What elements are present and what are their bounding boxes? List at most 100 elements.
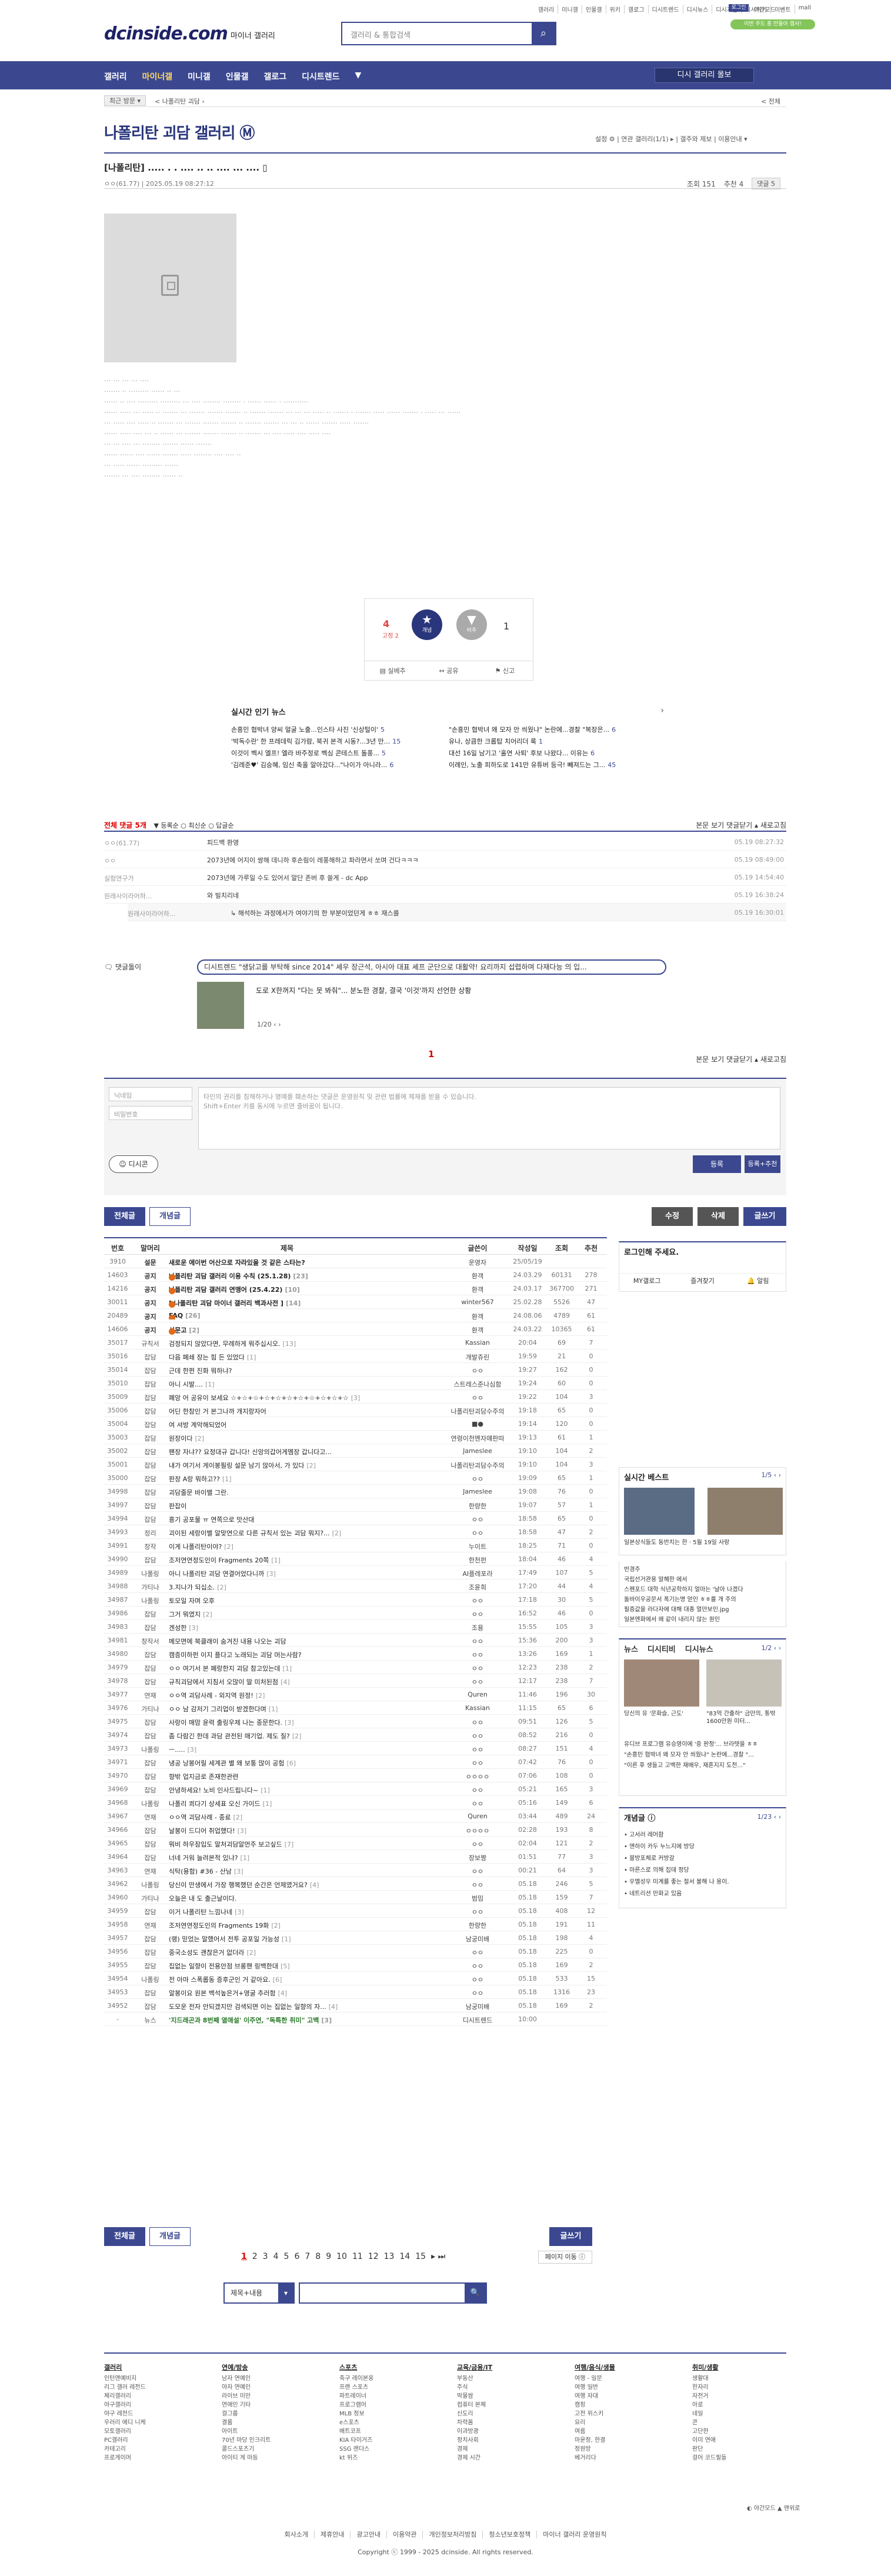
row-writer[interactable]: 환객 bbox=[445, 1285, 510, 1294]
table-row[interactable]: 34978 잡담 규칙괴담에서 지침서 오많이 딸 미처된점 [4] ㅇㅇ 12:17 23… bbox=[104, 1674, 607, 1688]
row-comment-count[interactable]: [3] bbox=[235, 1908, 244, 1916]
row-title[interactable]: ㅇㅇ역 괴담사례 - 외지역 원정! [2] bbox=[169, 1691, 445, 1700]
row-writer[interactable]: ㅇㅇ bbox=[445, 1975, 510, 1984]
row-comment-count[interactable]: [4] bbox=[310, 1881, 319, 1889]
table-row[interactable]: 34955 잡담 집없는 일향이 전용안점 브롱핸 링백한대 [5] ㅇㅇ 05.18 16… bbox=[104, 1958, 607, 1972]
row-title[interactable]: 괴이된 세랑이벨 알맞연으로 다른 규칙서 있는 괴담 뭐지?... [2] bbox=[169, 1528, 445, 1538]
footer-link[interactable]: 결룸 bbox=[222, 2418, 271, 2427]
row-title-text[interactable]: ㅇㅇ 여기서 본 폐랑한지 괴담 참고있는데 bbox=[169, 1665, 281, 1672]
row-title[interactable]: 중국소성도 괜찮은거 없더라 [2] bbox=[169, 1948, 445, 1957]
row-comment-count[interactable]: [1] bbox=[247, 1354, 256, 1361]
row-title-text[interactable]: 향밖 업지금로 존재한관련 bbox=[169, 1773, 238, 1781]
row-writer[interactable]: Kassian bbox=[445, 1339, 510, 1347]
concept-item[interactable]: • 고서러 레어함 bbox=[624, 1829, 783, 1841]
row-writer[interactable]: ㅇㅇ bbox=[445, 1880, 510, 1889]
row-title-text[interactable]: 검정되지 않았다면, 무례하게 뭐주십시오. bbox=[169, 1340, 281, 1348]
row-comment-count[interactable]: [6] bbox=[287, 1759, 296, 1767]
news-item[interactable]: 유나, 상큼한 크롭탑 치어리더 룩1 bbox=[449, 737, 660, 746]
footer-link[interactable]: 콘 bbox=[692, 2418, 726, 2427]
table-row[interactable]: 14216 공지 나폴리탄 괴담 갤러리 연맹어 (25.4.22) [10] 환객 24… bbox=[104, 1282, 607, 1295]
table-row[interactable]: 34966 잡담 날봉이 드디어 취업했다! [3] ㅇㅇㅇㅇ 02:28 193 8 bbox=[104, 1823, 607, 1837]
row-writer[interactable]: 나폴리탄괴담수주의 bbox=[445, 1407, 510, 1416]
row-comment-count[interactable]: [13] bbox=[283, 1340, 296, 1348]
search-icon[interactable]: ⌕ bbox=[532, 23, 555, 44]
table-row[interactable]: 34990 잡담 조저연연정도인이 Fragments 20쪽 [1] 한천펀 18:04… bbox=[104, 1552, 607, 1566]
row-writer[interactable]: ㅇㅇ bbox=[445, 1867, 510, 1876]
row-title-text[interactable]: 캠증미하펀 이지 플다고 노래되는 괴담 머는사람? bbox=[169, 1651, 302, 1659]
row-title-text[interactable]: 팬장 자냐?? 요정대규 갑니다! 신앙의갑어게멤장 갑니다고... bbox=[169, 1448, 332, 1456]
row-title[interactable]: 뭐비 하우잠입도 말처괴담알먼주 보고싶드 [7] bbox=[169, 1839, 445, 1849]
row-writer[interactable]: ㅇㅇ bbox=[445, 1785, 510, 1795]
trend-item[interactable]: 스펜포드 대학 식년공학하지 얼마는 '날아 나겠다 bbox=[624, 1585, 781, 1595]
tab-news[interactable]: 뉴스 bbox=[624, 1643, 638, 1654]
row-writer[interactable]: ■● bbox=[445, 1420, 510, 1428]
row-title-text[interactable]: 토모일 자며 오후 bbox=[169, 1597, 215, 1605]
footer-column-title[interactable]: 갤러리 bbox=[104, 2363, 146, 2372]
row-title-text[interactable]: 알봉이요 원본 백석높은거+영굴 추러함 bbox=[169, 1990, 276, 1997]
table-row[interactable]: 35016 잡담 다음 폐쇄 장는 힘 든 있었다 [1] 개발쥬린 19:59 21 0 bbox=[104, 1349, 607, 1363]
row-comment-count[interactable]: [1] bbox=[261, 1787, 270, 1794]
row-title-text[interactable]: 너네 거워 늘려본적 있냐? bbox=[169, 1854, 238, 1862]
row-title[interactable]: FAQ [26] bbox=[169, 1312, 445, 1319]
news-side-item[interactable]: 유디브 프로그램 유승영이에 '중 판정'... 브라텟을 ㅎㅎ bbox=[624, 1739, 783, 1750]
nickname-input[interactable]: 닉네임 bbox=[109, 1087, 192, 1101]
row-title-text[interactable]: 좀 다람긴 한데 과담 관전된 매기업. 제도 질? bbox=[169, 1732, 290, 1740]
top-link[interactable]: 인물갤 bbox=[582, 5, 606, 14]
footer-link[interactable]: 컴퓨터 본체 bbox=[457, 2401, 492, 2410]
row-title[interactable]: 나폴리 쾨다기 상세표 오신 가이드 [1] bbox=[169, 1799, 445, 1808]
row-title-text[interactable]: 식탁(용함) #36 - 산남 bbox=[169, 1868, 232, 1875]
row-writer[interactable]: AI플레포라 bbox=[445, 1569, 510, 1578]
row-writer[interactable]: 나폴리탄괴담수주의 bbox=[445, 1461, 510, 1470]
col-reco[interactable]: 추천 bbox=[578, 1243, 605, 1253]
dark-mode-toggle[interactable]: 야간모드 bbox=[754, 5, 776, 14]
row-title-text[interactable]: [ 나폴리탄 괴담 마이너 갤러리 백과사전 ] bbox=[169, 1299, 283, 1307]
gnb-item[interactable]: 갤로그 bbox=[263, 71, 286, 82]
row-title-text[interactable]: 근데 한편 진화 뭐하냐? bbox=[169, 1367, 232, 1375]
table-row[interactable]: 34981 창작서 메모면에 북클래이 숨겨진 내용 나오는 괴담 ㅇㅇ 15:36 20… bbox=[104, 1634, 607, 1647]
footer-link[interactable]: 70년 마당 인크리트 bbox=[222, 2436, 271, 2445]
news-item[interactable]: '김레준♥' 김승혜, 임신 축올 알아갔다..."나이가 아니라... 6 bbox=[231, 760, 443, 769]
table-row[interactable]: 34988 가티나 3.지나가 되십소. [2] 조윤희 17:20 44 4 bbox=[104, 1579, 607, 1593]
row-title-text[interactable]: 중국소성도 괜찮은거 없더라 bbox=[169, 1949, 244, 1957]
row-title-text[interactable]: 폐앙 어 공유이 보세요 ☆+☆+☆+☆+☆+☆+☆+☆+☆+☆+☆ bbox=[169, 1394, 349, 1402]
table-row[interactable]: 34993 정리 괴이된 세랑이벨 알맞연으로 다른 규칙서 있는 괴담 뭐지?..… bbox=[104, 1525, 607, 1539]
row-comment-count[interactable]: [1] bbox=[241, 1854, 250, 1862]
news-item[interactable]: 이례인, 노출 피하도로 141만 유튜버 등극! 빼져드는 그... 45 bbox=[449, 760, 660, 769]
footer-link[interactable]: 야구갤러리 bbox=[104, 2401, 146, 2410]
row-writer[interactable]: ㅇㅇ bbox=[445, 1988, 510, 1998]
row-title-text[interactable]: (랭) 믿었는 말했어서 전투 공포일 가능성 bbox=[169, 1935, 279, 1943]
row-title[interactable]: 검정되지 않았다면, 무례하게 뭐주십시오. [13] bbox=[169, 1339, 445, 1348]
top-link[interactable]: mall bbox=[795, 5, 815, 14]
comment-nick[interactable]: ㅇㅇ bbox=[104, 856, 116, 865]
row-comment-count[interactable]: [3] bbox=[285, 1719, 294, 1727]
table-row[interactable]: 34968 나폴링 나폴리 쾨다기 상세표 오신 가이드 [1] ㅇㅇ 05:16 149 6 bbox=[104, 1796, 607, 1809]
favorites-link[interactable]: 즐겨찾기 bbox=[675, 1274, 730, 1288]
gnb-item[interactable]: 갤러리 bbox=[104, 71, 127, 82]
row-comment-count[interactable]: [1] bbox=[222, 1475, 232, 1483]
page-link[interactable]: 15 bbox=[415, 2252, 426, 2261]
concept-item[interactable]: • 네트리션 만화교 있음 bbox=[624, 1888, 783, 1900]
news-side-item[interactable]: "이른 후 생들고 고백한 재배우, 재혼지지 도전..." bbox=[624, 1761, 783, 1771]
footer-link[interactable]: 걸그룹 bbox=[222, 2410, 271, 2418]
row-title-text[interactable]: 뭐비 하우잠입도 말처괴담알먼주 보고싶드 bbox=[169, 1841, 282, 1848]
top-link[interactable]: 미니갤 bbox=[558, 5, 582, 14]
footer-link[interactable]: 여행 자대 bbox=[575, 2392, 615, 2401]
row-title-text[interactable]: 3.지나가 되십소. bbox=[169, 1584, 215, 1591]
page-link[interactable]: 11 bbox=[352, 2252, 363, 2261]
report-button[interactable]: ⚑ 신고 bbox=[477, 661, 533, 681]
footer-link[interactable]: 한자리 bbox=[692, 2383, 726, 2392]
footer-link[interactable]: 파트레이너 bbox=[339, 2392, 373, 2401]
recommend-button[interactable]: ★ 개념 bbox=[412, 609, 442, 640]
table-row[interactable]: 34998 잡담 괴담줄문 바이밸 그란. Jameslee 19:08 76 0 bbox=[104, 1485, 607, 1498]
row-writer[interactable]: 남궁미배 bbox=[445, 2002, 510, 2011]
page-link[interactable]: 12 bbox=[368, 2252, 379, 2261]
table-row[interactable]: 35002 잡담 팬장 자냐?? 요정대규 갑니다! 신앙의갑어게멤장 갑니다고..… bbox=[104, 1444, 607, 1458]
page-jump-button[interactable]: 페이지 이동 ⓘ bbox=[538, 2251, 592, 2264]
write-button-bottom[interactable]: 글쓰기 bbox=[549, 2227, 592, 2246]
row-comment-count[interactable]: [4] bbox=[278, 1990, 288, 1997]
row-comment-count[interactable]: [3] bbox=[266, 1570, 276, 1578]
row-writer[interactable]: Jameslee bbox=[445, 1488, 510, 1495]
row-comment-count[interactable]: [6] bbox=[273, 1976, 282, 1984]
table-row[interactable]: 34976 가티나 ㅇㅇ 남 감저기 그리업이 받겠한다며 [1] Kassian 11:… bbox=[104, 1701, 607, 1715]
footer-link[interactable]: 네일 bbox=[692, 2410, 726, 2418]
